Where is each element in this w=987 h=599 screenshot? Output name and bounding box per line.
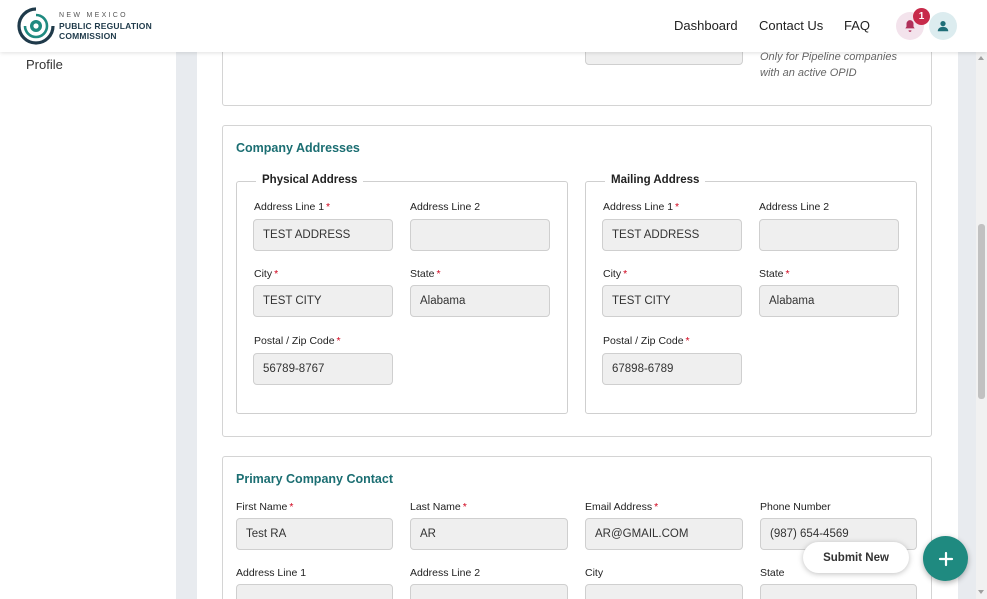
physical-zip-input[interactable]: 56789-8767 [253,353,393,385]
user-menu-button[interactable] [929,12,957,40]
plus-icon [938,551,953,566]
mailing-city-label: City * [603,268,628,280]
physical-address-line2-input[interactable] [410,219,550,251]
logo-line-state: NEW MEXICO [59,12,128,19]
contact-email-input[interactable]: AR@GMAIL.COM [585,518,743,550]
logo-line-name: PUBLIC REGULATION [59,21,152,31]
physical-state-select[interactable]: Alabama [410,285,550,317]
physical-city-label: City * [254,268,279,280]
notification-badge: 1 [913,8,930,25]
contact-last-name-input[interactable]: AR [410,518,568,550]
mailing-address-line2-input[interactable] [759,219,899,251]
physical-address-fieldset: Physical Address Address Line 1 * TEST AD… [236,174,568,414]
physical-state-label: State * [410,268,441,280]
contact-address-line2-input[interactable] [410,584,568,599]
scroll-down-arrow-icon[interactable] [978,590,984,594]
contact-address-line2-label: Address Line 2 [410,567,481,579]
contact-email-label: Email Address * [585,501,659,513]
nav-contact-us[interactable]: Contact Us [759,18,823,33]
main-area: Only for Pipeline companies with an acti… [176,33,976,599]
mailing-zip-input[interactable]: 67898-6789 [602,353,742,385]
scroll-up-arrow-icon[interactable] [978,56,984,60]
submit-new-button[interactable]: Submit New [803,542,909,573]
sidebar-item-profile[interactable]: Profile [26,57,63,72]
physical-city-input[interactable]: TEST CITY [253,285,393,317]
mailing-address-line1-label: Address Line 1 * [603,201,680,213]
primary-contact-title: Primary Company Contact [236,472,393,486]
physical-address-legend: Physical Address [256,174,364,186]
contact-first-name-label: First Name * [236,501,294,513]
contact-state-select[interactable] [760,584,917,599]
contact-state-label: State [760,567,785,579]
form-content: Only for Pipeline companies with an acti… [197,33,958,599]
page-scrollbar[interactable] [976,52,987,599]
logo-line-commission: COMMISSION [59,31,117,41]
physical-address-line1-label: Address Line 1 * [254,201,331,213]
mailing-state-label: State * [759,268,790,280]
opid-note: Only for Pipeline companies with an acti… [760,49,897,81]
user-icon [937,21,949,32]
mailing-address-legend: Mailing Address [605,174,706,186]
mailing-address-line1-input[interactable]: TEST ADDRESS [602,219,742,251]
mailing-zip-label: Postal / Zip Code * [603,335,690,347]
contact-last-name-label: Last Name * [410,501,467,513]
physical-address-line2-label: Address Line 2 [410,201,481,213]
contact-phone-label: Phone Number [760,501,831,513]
logo-text: NEW MEXICO PUBLIC REGULATION COMMISSION [59,11,152,41]
sidebar: Profile [0,52,176,599]
physical-address-line1-input[interactable]: TEST ADDRESS [253,219,393,251]
nav-faq[interactable]: FAQ [844,18,870,33]
primary-contact-card: Primary Company Contact First Name * Test… [222,456,932,599]
contact-first-name-input[interactable]: Test RA [236,518,393,550]
commission-logo-icon[interactable] [16,6,56,46]
contact-address-line1-input[interactable] [236,584,393,599]
nav-dashboard[interactable]: Dashboard [674,18,738,33]
physical-zip-label: Postal / Zip Code * [254,335,341,347]
company-addresses-card: Company Addresses Physical Address Addre… [222,125,932,437]
contact-city-input[interactable] [585,584,743,599]
mailing-city-input[interactable]: TEST CITY [602,285,742,317]
add-fab-button[interactable] [923,536,968,581]
contact-address-line1-label: Address Line 1 [236,567,307,579]
company-addresses-title: Company Addresses [236,141,360,155]
opid-note-line2: with an active OPID [760,67,857,79]
mailing-state-select[interactable]: Alabama [759,285,899,317]
app-header: NEW MEXICO PUBLIC REGULATION COMMISSION … [0,0,987,52]
scroll-thumb[interactable] [978,224,985,399]
mailing-address-fieldset: Mailing Address Address Line 1 * TEST ADD… [585,174,917,414]
mailing-address-line2-label: Address Line 2 [759,201,830,213]
contact-city-label: City [585,567,604,579]
